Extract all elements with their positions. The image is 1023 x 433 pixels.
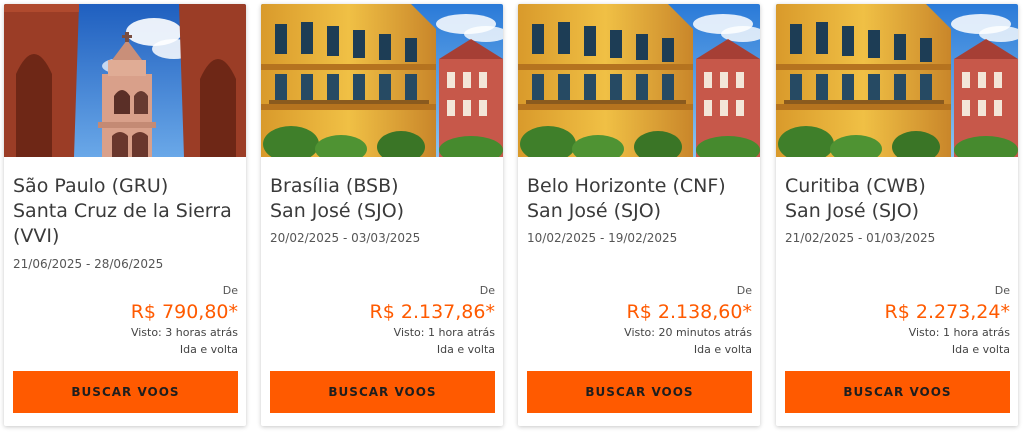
price-block: De R$ 2.137,86* Visto: 1 hora atrás Ida … <box>295 284 495 358</box>
seen-time: Visto: 3 horas atrás <box>130 326 238 339</box>
search-flights-button[interactable]: BUSCAR VOOS <box>527 371 752 413</box>
origin-city: São Paulo (GRU) <box>13 175 169 197</box>
destination-city: San José (SJO) <box>270 200 405 222</box>
destination-card[interactable]: Belo Horizonte (CNF) San José (SJO) 10/0… <box>518 4 760 426</box>
destination-city: Santa Cruz de la Sierra (VVI) <box>13 200 232 247</box>
destination-card[interactable]: São Paulo (GRU) Santa Cruz de la Sierra … <box>4 4 246 426</box>
from-label: De <box>994 284 1010 297</box>
from-label: De <box>736 284 752 297</box>
travel-dates: 10/02/2025 - 19/02/2025 <box>527 231 678 245</box>
colonial-building-photo[interactable] <box>518 4 760 157</box>
from-label: De <box>479 284 495 297</box>
price-block: De R$ 790,80* Visto: 3 horas atrás Ida e… <box>38 284 238 358</box>
from-label: De <box>222 284 238 297</box>
trip-type: Ida e volta <box>951 343 1010 356</box>
colonial-building-photo[interactable] <box>776 4 1018 157</box>
seen-time: Visto: 20 minutos atrás <box>624 326 752 339</box>
trip-type: Ida e volta <box>179 343 238 356</box>
destination-city: San José (SJO) <box>527 200 662 222</box>
search-flights-button[interactable]: BUSCAR VOOS <box>785 371 1010 413</box>
seen-time: Visto: 1 hora atrás <box>908 326 1010 339</box>
price: R$ 2.137,86* <box>369 301 495 323</box>
route: Curitiba (CWB) San José (SJO) <box>785 174 1011 224</box>
origin-city: Curitiba (CWB) <box>785 175 926 197</box>
origin-city: Belo Horizonte (CNF) <box>527 175 726 197</box>
travel-dates: 21/06/2025 - 28/06/2025 <box>13 257 164 271</box>
destination-card[interactable]: Brasília (BSB) San José (SJO) 20/02/2025… <box>261 4 503 426</box>
route: Belo Horizonte (CNF) San José (SJO) <box>527 174 753 224</box>
search-flights-button[interactable]: BUSCAR VOOS <box>13 371 238 413</box>
route: Brasília (BSB) San José (SJO) <box>270 174 496 224</box>
travel-dates: 20/02/2025 - 03/03/2025 <box>270 231 421 245</box>
search-flights-button[interactable]: BUSCAR VOOS <box>270 371 495 413</box>
trip-type: Ida e volta <box>693 343 752 356</box>
church-tower-photo[interactable] <box>4 4 246 157</box>
destination-city: San José (SJO) <box>785 200 920 222</box>
trip-type: Ida e volta <box>436 343 495 356</box>
destination-card[interactable]: Curitiba (CWB) San José (SJO) 21/02/2025… <box>776 4 1018 426</box>
origin-city: Brasília (BSB) <box>270 175 399 197</box>
seen-time: Visto: 1 hora atrás <box>393 326 495 339</box>
price: R$ 790,80* <box>130 301 238 323</box>
price: R$ 2.273,24* <box>884 301 1010 323</box>
travel-dates: 21/02/2025 - 01/03/2025 <box>785 231 936 245</box>
price-block: De R$ 2.273,24* Visto: 1 hora atrás Ida … <box>810 284 1010 358</box>
colonial-building-photo[interactable] <box>261 4 503 157</box>
route: São Paulo (GRU) Santa Cruz de la Sierra … <box>13 174 239 249</box>
price-block: De R$ 2.138,60* Visto: 20 minutos atrás … <box>552 284 752 358</box>
price: R$ 2.138,60* <box>626 301 752 323</box>
